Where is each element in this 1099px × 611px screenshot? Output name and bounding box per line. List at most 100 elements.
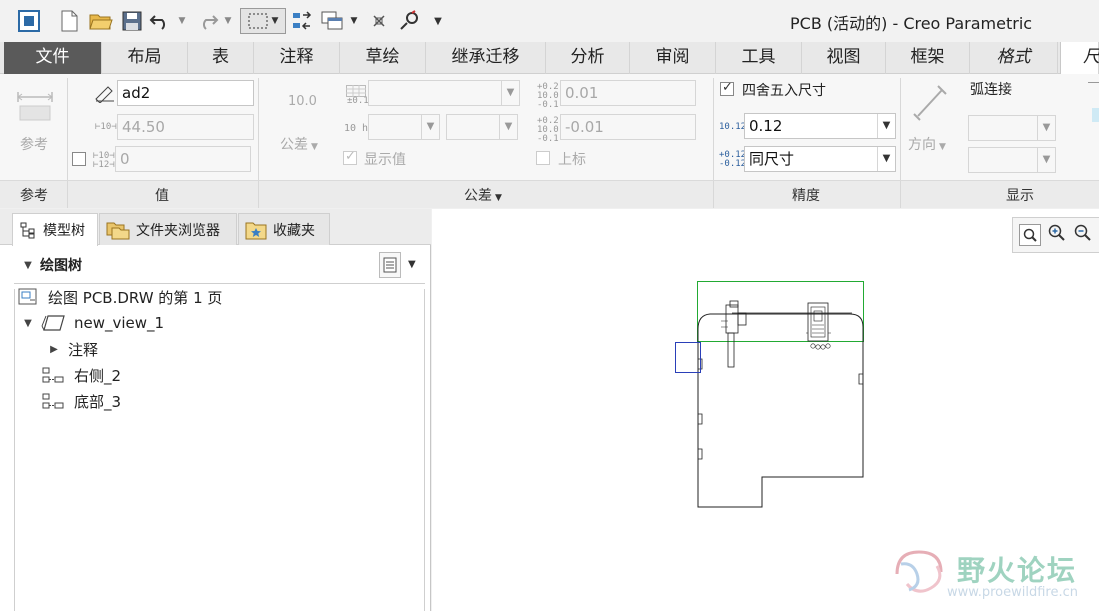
connector-component-right [806,302,831,350]
navigator-tabs: 模型树 文件夹浏览器 收藏夹 [0,209,431,246]
app-menu-icon[interactable] [16,8,42,34]
undo-dropdown-icon[interactable]: ▼ [176,8,188,34]
override-value-icon: ⊢10⊣ ⊢12⊣ [93,151,115,170]
tab-model-tree-label: 模型树 [43,223,85,239]
hole-fit-select[interactable]: ▼ [368,114,440,140]
tab-dimension[interactable]: 尺 [1060,42,1099,74]
save-icon[interactable] [120,8,144,34]
show-value-label: 显示值 [364,152,406,168]
projection-view-icon [42,393,64,409]
watermark-url: www.proewildfire.cn [947,585,1078,600]
tab-annotate[interactable]: 注释 [254,42,340,74]
command-search-icon[interactable] [396,8,422,34]
direction-dropdown[interactable]: 方向 ▼ [908,134,946,154]
tab-view[interactable]: 视图 [802,42,886,74]
drawing-sheet-icon [18,288,37,305]
superscript-label: 上标 [558,152,586,168]
tab-model-tree[interactable]: 模型树 [12,213,98,246]
tab-sketch[interactable]: 草绘 [340,42,426,74]
tab-analysis[interactable]: 分析 [546,42,630,74]
tab-tools[interactable]: 工具 [716,42,802,74]
lower-tolerance-icon: +0.2 10.0 -0.1 [537,116,559,144]
round-dimension-checkbox[interactable]: ✓ [720,80,734,96]
tab-favorites[interactable]: 收藏夹 [238,213,330,245]
side-view-box [675,342,701,373]
redo-dropdown-icon[interactable]: ▼ [222,8,234,34]
undo-icon[interactable] [148,8,172,34]
ribbon-tabs: 文件 布局 表 注释 草绘 继承迁移 分析 审阅 工具 视图 框架 格式 尺 [0,42,1099,74]
tolerance-group-label[interactable]: 公差 ▼ [464,185,502,205]
dimension-name-field[interactable]: ad2 [117,80,254,106]
redo-icon[interactable] [196,8,220,34]
direction-icon [912,84,948,126]
favorites-icon [245,222,267,239]
display-option-swatch[interactable] [1092,108,1099,122]
tree-item-annotations[interactable]: ▶ 注释 [46,336,98,362]
tolerance-dropdown[interactable]: 公差 ▼ [280,134,318,154]
tree-item-bottom-view-label: 底部_3 [74,392,122,411]
upper-tolerance-field[interactable]: 0.01 [560,80,696,106]
tree-item-new-view-label: new_view_1 [74,314,165,332]
tolerance-precision-icon: +0.123 -0.123 [719,150,752,169]
graphics-window[interactable]: 野火论坛 www.proewildfire.cn [432,209,1099,611]
override-value-checkbox[interactable] [72,152,86,166]
title-bar: ▼ ▼ ▼ ▼ ▼ PCB (活动的) - Creo Parametric [0,0,1099,42]
tree-item-annotations-label: 注释 [68,340,99,359]
arc-connect-select-2[interactable]: ▼ [968,147,1056,173]
windows-icon[interactable] [320,8,344,34]
lower-tolerance-field[interactable]: -0.01 [560,114,696,140]
tab-favorites-label: 收藏夹 [273,222,315,239]
view-icon [41,315,65,331]
nominal-value-field[interactable]: 44.50 [117,114,254,140]
drawing-tree-title: 绘图树 [40,258,82,274]
reference-icon[interactable] [16,88,54,126]
tree-item-sheet[interactable]: 绘图 PCB.DRW 的第 1 页 [18,284,222,310]
tab-layout[interactable]: 布局 [102,42,188,74]
round-dimension-label: 四舍五入尺寸 [742,83,826,99]
tab-table[interactable]: 表 [188,42,254,74]
windows-dropdown-icon[interactable]: ▼ [348,8,360,34]
tab-folder-browser-label: 文件夹浏览器 [136,222,220,239]
close-window-icon[interactable] [368,8,390,34]
regenerate-icon[interactable] [290,8,314,34]
dimension-name-icon [94,83,116,107]
superscript-checkbox[interactable] [536,151,550,165]
new-file-icon[interactable] [56,8,82,34]
nominal-value-icon: ⊢10⊣ [95,122,117,132]
customize-toolbar-icon[interactable]: ▼ [430,8,446,34]
tree-item-right-view[interactable]: 右侧_2 [42,362,121,388]
tree-item-bottom-view[interactable]: 底部_3 [42,388,121,414]
override-value-field[interactable]: 0 [115,146,251,172]
navigator-panel: 模型树 文件夹浏览器 收藏夹 ▼ 绘图树 ▼ 绘图 PCB.DRW 的第 1 页… [0,209,431,611]
expand-view-icon[interactable]: ▼ [20,318,36,329]
tab-file[interactable]: 文件 [4,42,102,74]
reference-button[interactable]: 参考 [20,134,48,154]
tab-frame[interactable]: 框架 [886,42,970,74]
select-box-icon[interactable]: ▼ [240,8,286,34]
drawing-tree-header[interactable]: ▼ 绘图树 [20,252,82,278]
forum-logo-icon [895,550,943,593]
open-folder-icon[interactable] [88,8,114,34]
tree-item-new-view[interactable]: ▼ new_view_1 [20,310,164,336]
tree-settings-dropdown[interactable]: ▼ [408,259,416,270]
tolerance-precision-select[interactable]: 同尺寸 ▼ [744,146,896,172]
projection-view-icon [42,367,64,383]
decimal-places-select[interactable]: 0.12 ▼ [744,113,896,139]
display-option-icon [1088,82,1099,83]
tab-legacy-migration[interactable]: 继承迁移 [426,42,546,74]
tree-settings-icon[interactable] [379,252,401,278]
tab-format[interactable]: 格式 [970,42,1058,74]
collapse-icon[interactable]: ▼ [20,260,36,271]
tolerance-table-label: ±0.1 [347,96,369,106]
tab-review[interactable]: 审阅 [630,42,716,74]
selection-box [697,281,864,342]
tolerance-table-select[interactable]: ▼ [368,80,520,106]
tab-folder-browser[interactable]: 文件夹浏览器 [99,213,237,245]
arc-connect-select-1[interactable]: ▼ [968,115,1056,141]
expand-annotations-icon[interactable]: ▶ [46,344,62,355]
show-value-checkbox[interactable]: ✓ [343,149,357,165]
value-group-label: 值 [155,188,169,204]
tree-item-sheet-label: 绘图 PCB.DRW 的第 1 页 [48,288,223,307]
shaft-fit-select[interactable]: ▼ [446,114,518,140]
folder-browser-icon [106,222,130,239]
